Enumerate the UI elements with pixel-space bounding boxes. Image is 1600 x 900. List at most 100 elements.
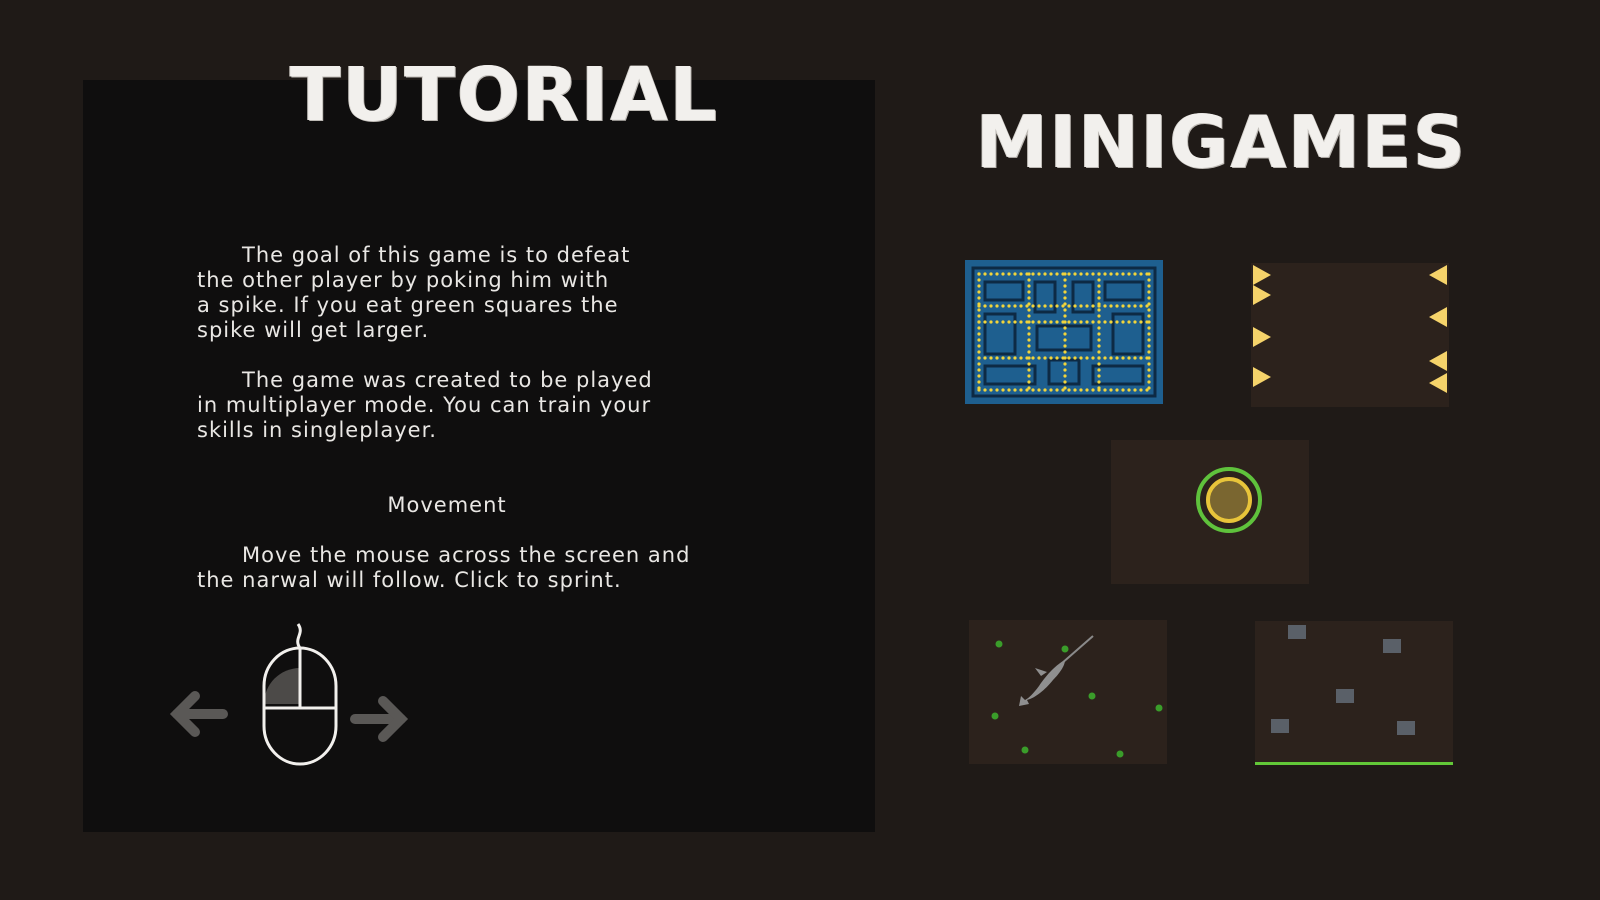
maze-dot	[1013, 272, 1017, 276]
block	[1336, 689, 1354, 703]
maze-dot	[983, 272, 987, 276]
maze-dot	[1027, 386, 1031, 390]
maze-dot	[1063, 356, 1067, 360]
maze-dot	[1147, 332, 1151, 336]
movement-illustration	[169, 623, 409, 766]
maze-game-thumbnail[interactable]	[965, 260, 1163, 404]
maze-dot	[1097, 356, 1101, 360]
spike-walls-preview	[1253, 265, 1447, 393]
maze-dot	[1133, 304, 1137, 308]
maze-dot	[1027, 284, 1031, 288]
maze-dot	[1043, 356, 1047, 360]
minigames-title: MINIGAMES	[976, 100, 1467, 184]
maze-dot	[1147, 362, 1151, 366]
spike-left-1	[1253, 265, 1271, 285]
maze-dot	[1079, 272, 1083, 276]
maze-dot	[1121, 356, 1125, 360]
maze-dot	[1063, 326, 1067, 330]
spike-right-4	[1429, 373, 1447, 393]
maze-dot	[1013, 320, 1017, 324]
maze-dot	[1097, 350, 1101, 354]
food-dot	[1155, 704, 1163, 712]
maze-dot	[977, 386, 981, 390]
mode-paragraph: The game was created to be played in mul…	[197, 368, 757, 443]
maze-dot	[977, 374, 981, 378]
maze-dot	[977, 314, 981, 318]
maze-dot	[1063, 296, 1067, 300]
maze-dot	[1027, 338, 1031, 342]
maze-dot	[1097, 302, 1101, 306]
maze-dot	[1027, 308, 1031, 312]
maze-dot	[1055, 356, 1059, 360]
spike-right-1	[1429, 265, 1447, 285]
maze-dot	[1103, 304, 1107, 308]
maze-dot	[1147, 308, 1151, 312]
narwhal-food-game-thumbnail[interactable]	[969, 620, 1167, 764]
maze-dot	[1073, 272, 1077, 276]
maze-dot	[1007, 356, 1011, 360]
maze-dot	[1027, 296, 1031, 300]
falling-blocks-game-thumbnail[interactable]	[1255, 621, 1453, 765]
maze-dot	[1121, 304, 1125, 308]
maze-dot	[983, 356, 987, 360]
maze-dot	[1097, 326, 1101, 330]
maze-dot	[1097, 290, 1101, 294]
maze-dot	[1147, 278, 1151, 282]
maze-dot	[1091, 272, 1095, 276]
target-inner-circle	[1206, 477, 1252, 523]
spike-right-3	[1429, 351, 1447, 371]
spike-walls-game-thumbnail[interactable]	[1251, 263, 1449, 407]
maze-dot	[1115, 304, 1119, 308]
maze-dot	[1139, 388, 1143, 392]
maze-dot	[977, 290, 981, 294]
maze-dot	[1027, 320, 1031, 324]
maze-dot	[1097, 380, 1101, 384]
maze-dot	[989, 356, 993, 360]
maze-dot	[1063, 362, 1067, 366]
maze-dot	[1063, 320, 1067, 324]
maze-dot	[1091, 304, 1095, 308]
maze-dot	[1097, 296, 1101, 300]
maze-dot	[977, 350, 981, 354]
maze-dot	[1007, 272, 1011, 276]
maze-dot	[1063, 368, 1067, 372]
food-dot	[1061, 645, 1069, 653]
maze-dot	[1043, 388, 1047, 392]
maze-dot	[1037, 320, 1041, 324]
maze-dot	[1147, 356, 1151, 360]
food-dot	[1116, 750, 1124, 758]
block	[1271, 719, 1289, 733]
maze-dot	[977, 302, 981, 306]
maze-dot	[1115, 356, 1119, 360]
maze-dot	[1019, 356, 1023, 360]
spike-right-2	[1429, 307, 1447, 327]
maze-dot	[1079, 356, 1083, 360]
maze-dot	[977, 296, 981, 300]
narwhal-icon	[1019, 635, 1094, 706]
maze-dot	[1049, 356, 1053, 360]
maze-dot	[977, 284, 981, 288]
maze-dot	[1109, 304, 1113, 308]
maze-dot	[1031, 272, 1035, 276]
maze-dot	[1049, 388, 1053, 392]
goal-line-3: a spike. If you eat green squares the	[197, 293, 619, 317]
goal-line-2: the other player by poking him with	[197, 268, 610, 292]
maze-dot	[977, 272, 981, 276]
ring-target-game-thumbnail[interactable]	[1111, 440, 1309, 584]
maze-dot	[1019, 320, 1023, 324]
maze-dot	[1073, 356, 1077, 360]
maze-dot	[995, 304, 999, 308]
maze-dot	[1147, 290, 1151, 294]
maze-dot	[1027, 368, 1031, 372]
maze-dot	[1091, 356, 1095, 360]
maze-dot	[1079, 304, 1083, 308]
maze-dot	[1031, 304, 1035, 308]
maze-dot	[977, 320, 981, 324]
mode-line-3: skills in singleplayer.	[197, 418, 437, 442]
narwhal-food-preview	[991, 635, 1163, 758]
maze-dot	[1147, 314, 1151, 318]
maze-dot	[989, 388, 993, 392]
maze-dot	[1097, 320, 1101, 324]
maze-dot	[1073, 388, 1077, 392]
maze-dot	[1127, 272, 1131, 276]
